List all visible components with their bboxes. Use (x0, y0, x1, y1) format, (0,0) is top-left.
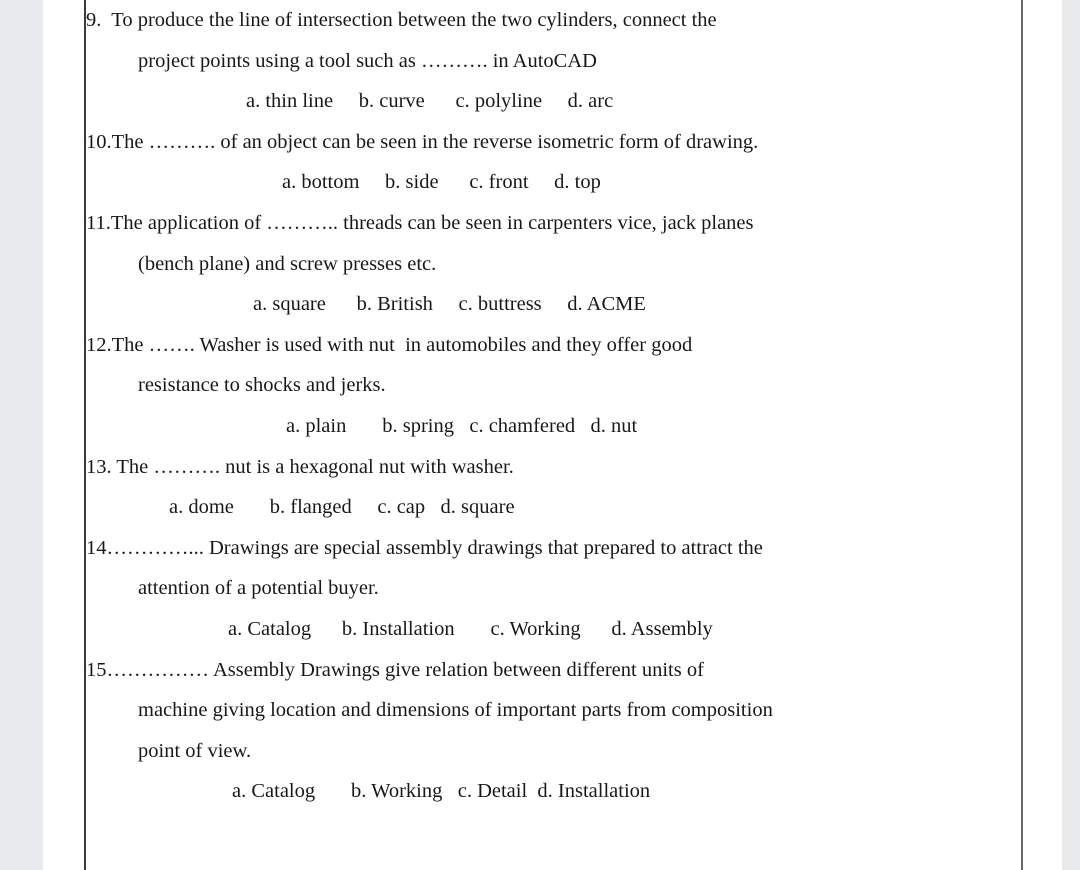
question-text-line: 15…………… Assembly Drawings give relation … (86, 658, 704, 681)
question-text-line: 11.The application of ……….. threads can … (86, 211, 754, 234)
question-text-line: resistance to shocks and jerks. (138, 374, 386, 397)
scanned-page: 9. To produce the line of intersection b… (0, 0, 1080, 870)
question-text-line: (bench plane) and screw presses etc. (138, 252, 437, 275)
question-text-line: machine giving location and dimensions o… (138, 699, 773, 722)
question-item: 9. To produce the line of intersection b… (86, 0, 1021, 122)
question-text-line: 9. To produce the line of intersection b… (86, 9, 717, 31)
question-item: 13. The ………. nut is a hexagonal nut with… (86, 447, 1021, 528)
question-item: 12.The ……. Washer is used with nut in au… (86, 325, 1021, 447)
question-item: 10.The ………. of an object can be seen in … (86, 122, 1021, 203)
answer-options-row[interactable]: a. Catalog b. Working c. Detail d. Insta… (86, 771, 1021, 812)
answer-options-row[interactable]: a. plain b. spring c. chamfered d. nut (86, 406, 1021, 447)
page-gutter-left (0, 0, 43, 870)
answer-options-row[interactable]: a. dome b. flanged c. cap d. square (86, 487, 1021, 528)
answer-options-row[interactable]: a. thin line b. curve c. polyline d. arc (86, 81, 1021, 122)
answer-options-row[interactable]: a. square b. British c. buttress d. ACME (86, 284, 1021, 325)
question-list: 9. To produce the line of intersection b… (86, 0, 1021, 870)
answer-options-row[interactable]: a. bottom b. side c. front d. top (86, 162, 1021, 203)
page-border-line-right (1021, 0, 1023, 870)
question-text-line: 10.The ………. of an object can be seen in … (86, 130, 759, 153)
question-item: 11.The application of ……….. threads can … (86, 203, 1021, 325)
question-text-line: attention of a potential buyer. (138, 577, 379, 600)
question-text-line: 14…………... Drawings are special assembly … (86, 536, 763, 559)
question-text-line: 12.The ……. Washer is used with nut in au… (86, 333, 693, 356)
question-item: 15…………… Assembly Drawings give relation … (86, 650, 1021, 812)
answer-options-row[interactable]: a. Catalog b. Installation c. Working d.… (86, 609, 1021, 650)
question-text-line: point of view. (138, 739, 252, 762)
question-item: 14…………... Drawings are special assembly … (86, 528, 1021, 650)
question-text-line: 13. The ………. nut is a hexagonal nut with… (86, 455, 514, 478)
page-gutter-right (1062, 0, 1080, 870)
question-text-line: project points using a tool such as ……….… (138, 49, 597, 72)
